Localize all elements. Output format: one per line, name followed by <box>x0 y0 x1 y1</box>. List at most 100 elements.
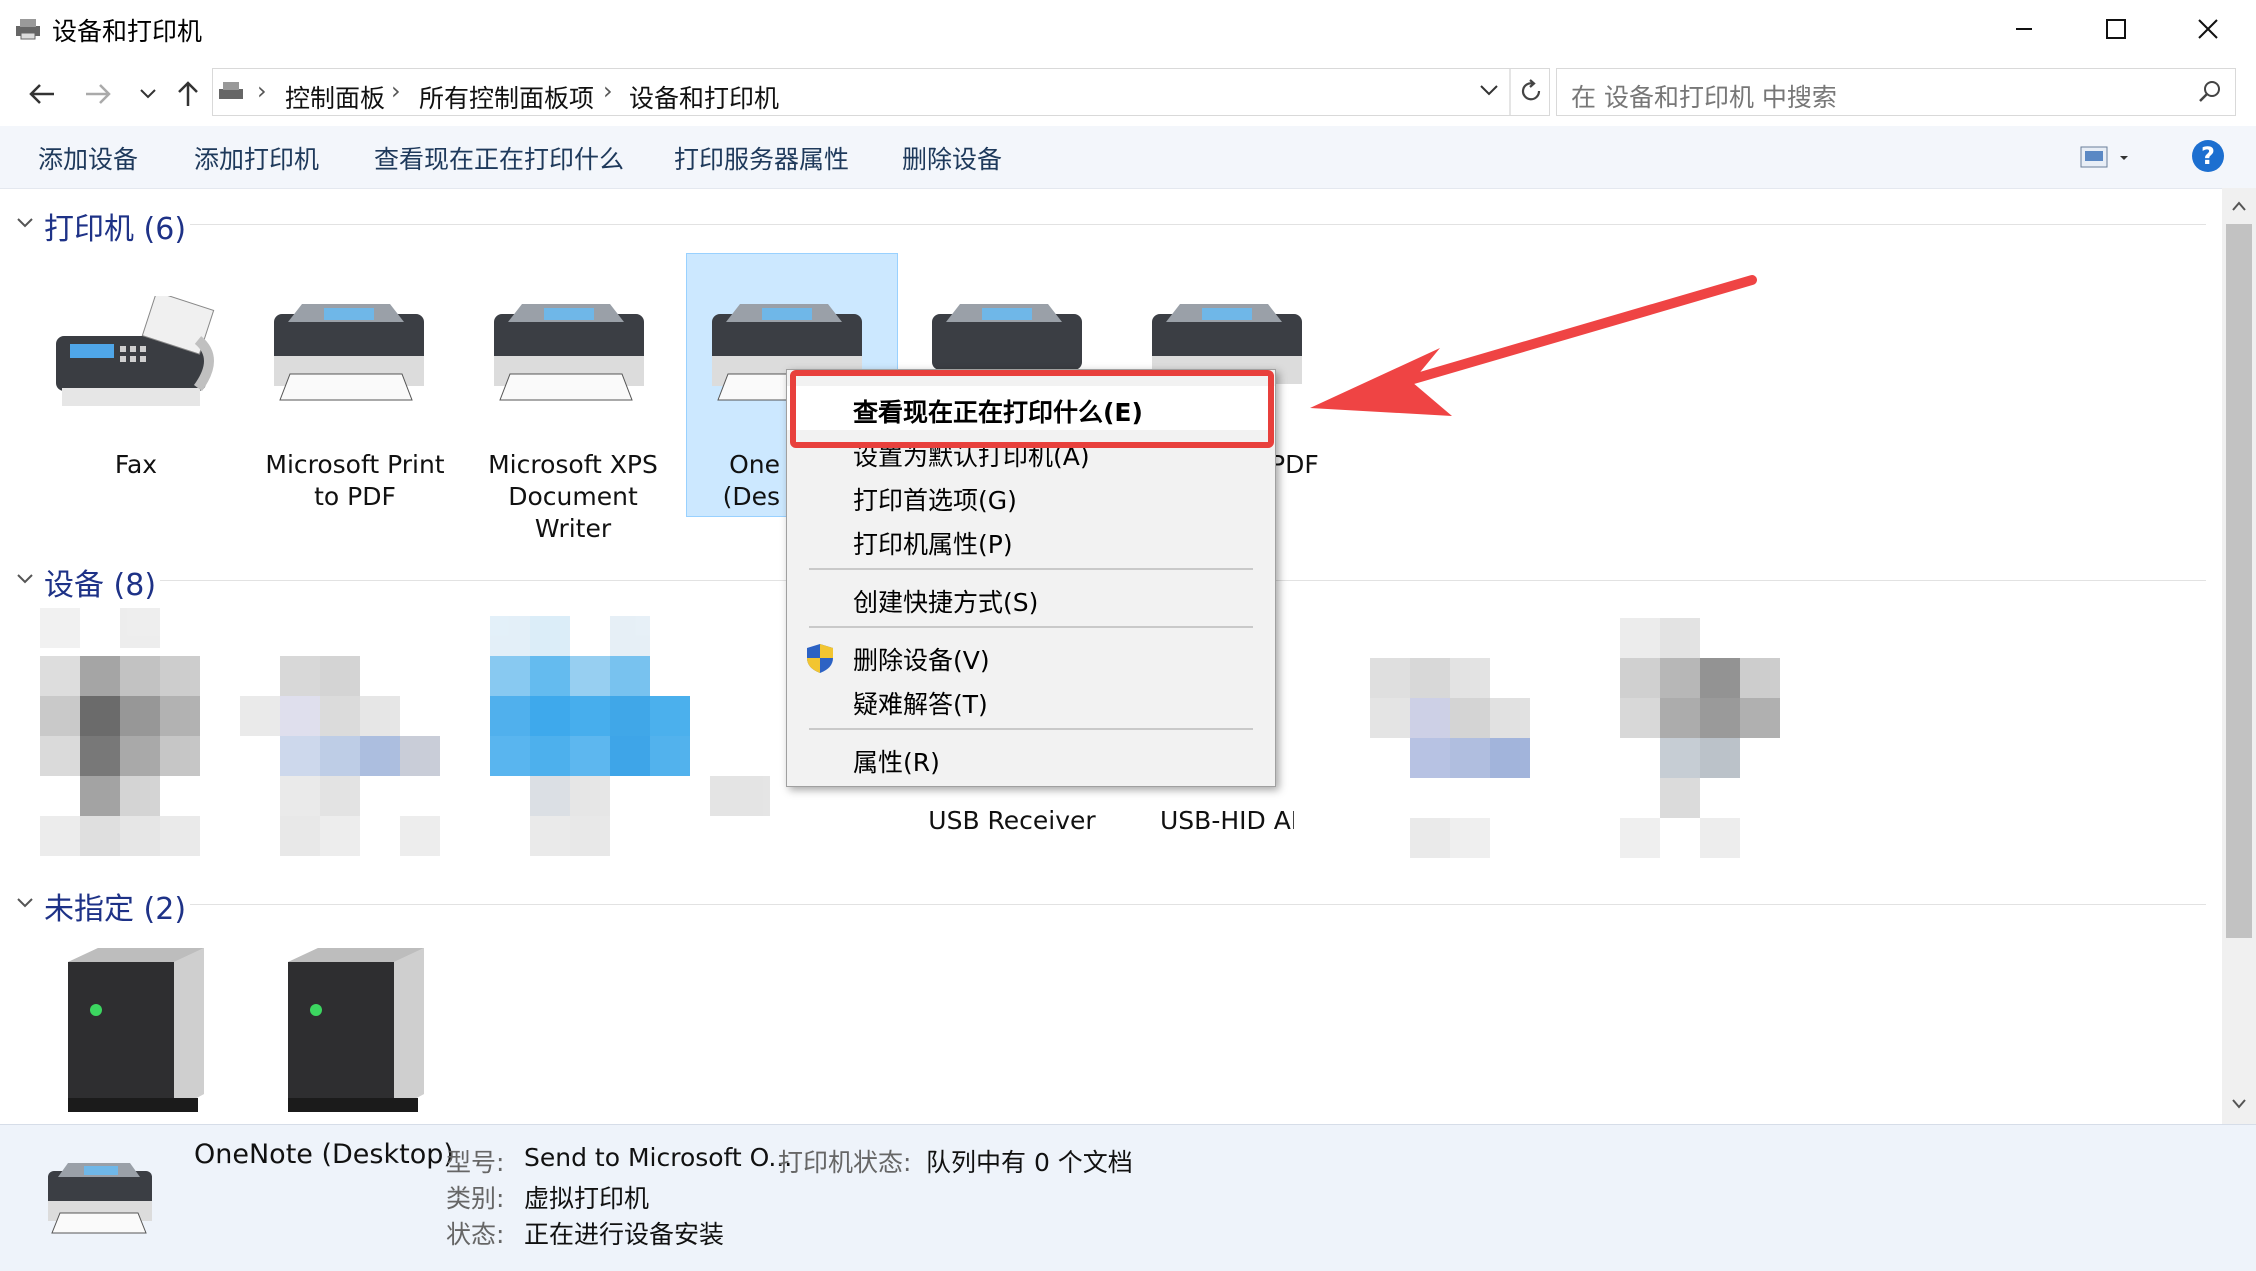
details-state-label: 状态: <box>446 1220 505 1249</box>
chevron-down-icon <box>140 89 156 99</box>
menu-item-label: 属性(R) <box>853 748 940 777</box>
back-arrow-icon <box>29 84 54 104</box>
search-icon <box>2199 81 2220 102</box>
printer-label-ms-xps[interactable]: Microsoft XPS Document Writer <box>473 449 673 545</box>
printer-label-line: Microsoft Print <box>265 450 445 479</box>
close-icon <box>2198 19 2218 39</box>
forward-arrow-icon <box>86 84 111 104</box>
address-dropdown-button[interactable] <box>1479 83 1499 102</box>
maximize-icon <box>2106 19 2126 39</box>
printer-label-line: Document <box>508 482 638 511</box>
printer-icon <box>494 304 644 401</box>
menu-item-troubleshoot[interactable]: 疑难解答(T) <box>787 678 1275 722</box>
menu-item-label: 打印首选项(G) <box>853 486 1017 515</box>
collapse-chevron-icon[interactable] <box>16 572 34 586</box>
details-status-value: 队列中有 0 个文档 <box>926 1148 1133 1177</box>
breadcrumb-devices-printers[interactable]: 设备和打印机 <box>629 79 779 115</box>
details-pane: OneNote (Desktop) 型号: Send to Microsoft … <box>0 1124 2256 1271</box>
printer-label-line: Microsoft XPS <box>488 450 658 479</box>
fax-icon <box>56 296 215 406</box>
control-panel-icon <box>219 82 243 99</box>
refresh-button[interactable] <box>1517 77 1545 109</box>
printer-label-onenote[interactable]: One (Des <box>700 449 780 513</box>
collapse-chevron-icon[interactable] <box>16 216 34 230</box>
details-status-label: 打印机状态: <box>778 1148 912 1177</box>
address-bar[interactable]: › 控制面板 › 所有控制面板项 › 设备和打印机 <box>212 68 1550 116</box>
chevron-down-icon <box>1480 85 1498 96</box>
add-device-button[interactable]: 添加设备 <box>38 140 138 176</box>
details-device-name: OneNote (Desktop) <box>194 1139 454 1170</box>
printer-icon <box>932 304 1082 370</box>
breadcrumb-separator: › <box>603 77 613 105</box>
printer-label-fax[interactable]: Fax <box>46 449 226 481</box>
details-state-value: 正在进行设备安装 <box>524 1220 725 1249</box>
menu-item-label: 疑难解答(T) <box>853 690 988 719</box>
group-divider <box>190 224 2206 225</box>
computer-tower-icon <box>288 948 424 1112</box>
breadcrumb-separator: › <box>257 77 267 105</box>
details-model-value: Send to Microsoft O... <box>524 1143 793 1172</box>
details-category-label: 类别: <box>446 1184 505 1213</box>
printer-label-line: (Des <box>722 482 780 511</box>
scroll-down-icon <box>2232 1099 2246 1109</box>
recent-locations-button[interactable] <box>128 74 168 114</box>
annotation-arrow <box>1310 275 1757 416</box>
close-button[interactable] <box>2162 0 2254 58</box>
printer-icon <box>274 304 424 401</box>
maximize-button[interactable] <box>2070 0 2162 58</box>
title-bar: 设备和打印机 <box>0 0 2256 58</box>
group-header-unspecified[interactable]: 未指定 (2) <box>44 884 186 928</box>
search-input[interactable]: 在 设备和打印机 中搜索 <box>1556 68 2236 116</box>
breadcrumb-all-items[interactable]: 所有控制面板项 <box>419 79 594 115</box>
printer-icon <box>48 1163 152 1234</box>
menu-item-create-shortcut[interactable]: 创建快捷方式(S) <box>787 576 1275 620</box>
breadcrumb-control-panel[interactable]: 控制面板 <box>285 79 385 115</box>
uac-shield-icon <box>807 644 833 673</box>
change-view-button[interactable] <box>2080 144 2134 174</box>
back-button[interactable] <box>22 74 62 114</box>
menu-item-properties[interactable]: 属性(R) <box>787 736 1275 780</box>
add-printer-button[interactable]: 添加打印机 <box>194 140 319 176</box>
menu-separator <box>809 626 1253 628</box>
minimize-icon <box>2016 28 2032 30</box>
remove-device-button[interactable]: 删除设备 <box>902 140 1002 176</box>
help-button[interactable]: ? <box>2192 140 2224 172</box>
printer-label-ms-pdf[interactable]: Microsoft Print to PDF <box>255 449 455 513</box>
window-title: 设备和打印机 <box>52 17 203 46</box>
device-label-usb-receiver[interactable]: USB Receiver <box>912 805 1112 837</box>
divider <box>1509 69 1511 115</box>
annotation-highlight-box <box>790 370 1274 448</box>
printer-label-pdf[interactable]: PDF <box>1270 449 1340 481</box>
menu-item-printer-properties[interactable]: 打印机属性(P) <box>787 518 1275 562</box>
printer-label-line: Writer <box>534 514 612 543</box>
menu-item-label: 打印机属性(P) <box>853 530 1013 559</box>
scroll-up-icon <box>2232 201 2246 211</box>
group-header-printers[interactable]: 打印机 (6) <box>44 204 186 248</box>
minimize-button[interactable] <box>1978 0 2070 58</box>
details-category-value: 虚拟打印机 <box>524 1184 650 1213</box>
print-server-properties-button[interactable]: 打印服务器属性 <box>674 140 849 176</box>
device-label-usb-hid[interactable]: USB-HID AI <box>1160 805 1294 837</box>
devices-printers-icon <box>16 19 40 40</box>
up-button[interactable] <box>168 74 208 114</box>
up-arrow-icon <box>178 81 198 106</box>
menu-item-label: 创建快捷方式(S) <box>853 588 1039 617</box>
collapse-chevron-icon[interactable] <box>16 896 34 910</box>
group-divider <box>190 904 2206 905</box>
scrollbar-thumb[interactable] <box>2226 224 2252 938</box>
search-placeholder: 在 设备和打印机 中搜索 <box>1571 83 1837 112</box>
details-model-label: 型号: <box>446 1148 505 1177</box>
menu-item-remove-device[interactable]: 删除设备(V) <box>787 634 1275 678</box>
menu-item-print-preferences[interactable]: 打印首选项(G) <box>787 474 1275 518</box>
see-printing-button[interactable]: 查看现在正在打印什么 <box>374 140 624 176</box>
command-bar: 添加设备 添加打印机 查看现在正在打印什么 打印服务器属性 删除设备 ? <box>0 126 2256 189</box>
menu-item-label: 删除设备(V) <box>853 646 990 675</box>
forward-button[interactable] <box>78 74 118 114</box>
printer-label-line: One <box>729 450 780 479</box>
printer-label-line: Fax <box>114 450 158 479</box>
printer-label-line: PDF <box>1270 450 1319 479</box>
computer-tower-icon <box>68 948 204 1112</box>
breadcrumb-separator: › <box>391 77 401 105</box>
printer-label-line: to PDF <box>314 482 396 511</box>
view-icon <box>2080 146 2128 168</box>
